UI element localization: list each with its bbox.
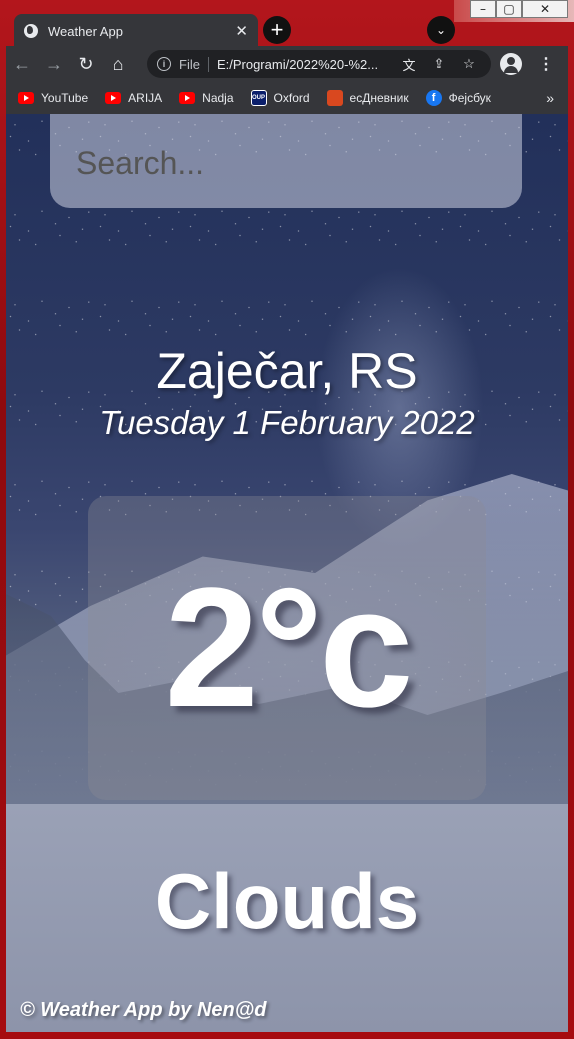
bookmarks-bar: YouTube ARIJA Nadja OUP Oxford есДневник… bbox=[6, 82, 568, 114]
url-scheme: File bbox=[179, 56, 209, 72]
star-icon[interactable]: ☆ bbox=[457, 56, 481, 72]
bookmark-esdnevnik[interactable]: есДневник bbox=[326, 90, 409, 106]
reload-button[interactable]: ↻ bbox=[70, 48, 102, 80]
youtube-icon bbox=[179, 92, 196, 104]
bookmark-nadja[interactable]: Nadja bbox=[179, 91, 234, 105]
info-icon[interactable]: i bbox=[157, 57, 171, 71]
tab-title: Weather App bbox=[48, 23, 123, 39]
home-button[interactable]: ⌂ bbox=[102, 48, 134, 80]
youtube-icon bbox=[18, 92, 34, 104]
bookmark-oxford[interactable]: OUP Oxford bbox=[250, 90, 310, 106]
url-text[interactable]: E:/Programi/2022%20-%2... bbox=[217, 57, 391, 72]
temperature-value: 2°c bbox=[164, 553, 413, 743]
share-icon[interactable]: ⇪ bbox=[427, 56, 451, 72]
facebook-icon: f bbox=[425, 90, 442, 106]
date-text: Tuesday 1 February 2022 bbox=[99, 404, 475, 441]
browser-toolbar: ← → ↻ ⌂ i File E:/Programi/2022%20-%2...… bbox=[6, 46, 568, 82]
tab-strip: Weather App ✕ + ⌄ bbox=[6, 10, 568, 48]
ednevnik-icon bbox=[326, 90, 343, 106]
temperature-card: 2°c bbox=[88, 496, 486, 800]
back-button[interactable]: ← bbox=[6, 48, 38, 80]
location-title: Zaječar, RS bbox=[156, 343, 418, 399]
bookmarks-overflow-button[interactable]: » bbox=[546, 90, 554, 106]
footer-credit: © Weather App by Nen@d bbox=[20, 999, 267, 1021]
bookmark-label: Oxford bbox=[273, 91, 310, 105]
new-tab-button[interactable]: + bbox=[263, 16, 291, 44]
bookmark-arija[interactable]: ARIJA bbox=[105, 91, 162, 105]
bookmark-facebook[interactable]: f Фејсбук bbox=[425, 90, 491, 106]
weather-condition: Clouds bbox=[154, 857, 420, 945]
page-viewport: Zaječar, RS Tuesday 1 February 2022 2°c … bbox=[6, 114, 568, 1032]
bookmark-label: Фејсбук bbox=[448, 91, 491, 105]
search-input[interactable] bbox=[76, 145, 496, 182]
globe-icon bbox=[24, 24, 38, 38]
bookmark-label: ARIJA bbox=[128, 91, 163, 105]
translate-icon[interactable]: 文 bbox=[397, 55, 421, 74]
tab-close-icon[interactable]: ✕ bbox=[235, 22, 248, 40]
tab-search-button[interactable]: ⌄ bbox=[427, 16, 455, 44]
tab-weather-app[interactable]: Weather App ✕ bbox=[14, 14, 258, 48]
menu-icon[interactable]: ⋮ bbox=[534, 50, 558, 78]
bookmark-youtube[interactable]: YouTube bbox=[18, 91, 88, 105]
address-bar[interactable]: i File E:/Programi/2022%20-%2... 文 ⇪ ☆ bbox=[147, 50, 491, 78]
forward-button[interactable]: → bbox=[38, 48, 70, 80]
bookmark-label: YouTube bbox=[41, 91, 89, 105]
profile-avatar-icon[interactable] bbox=[500, 53, 522, 75]
youtube-icon bbox=[105, 92, 122, 104]
oup-icon: OUP bbox=[250, 90, 267, 106]
search-box bbox=[50, 114, 522, 208]
bookmark-label: Nadja bbox=[202, 91, 234, 105]
bookmark-label: есДневник bbox=[349, 91, 409, 105]
